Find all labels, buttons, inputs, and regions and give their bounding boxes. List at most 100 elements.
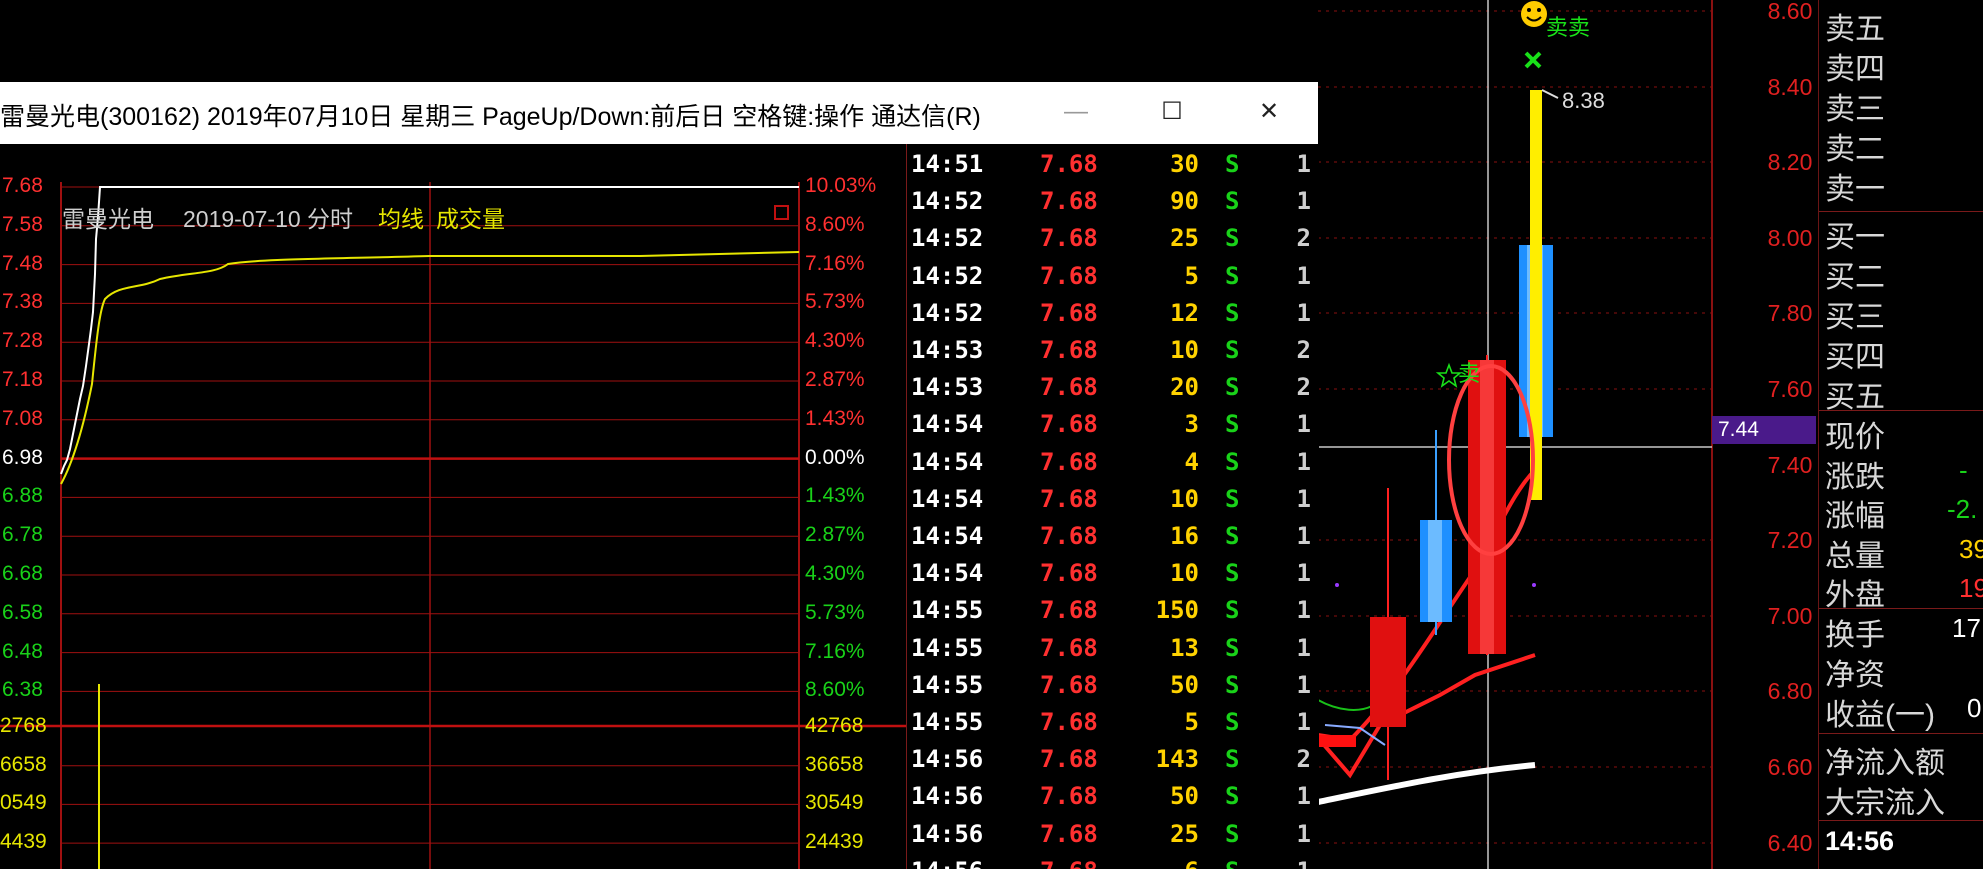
volume-axis-label: 6658 bbox=[0, 752, 47, 776]
tick-num: 1 bbox=[1296, 410, 1311, 439]
tick-row: 14:53 7.68 10 S 2 bbox=[907, 332, 1319, 369]
kline-price-label: 6.60 bbox=[1767, 754, 1813, 780]
percent-axis-label: 7.16% bbox=[805, 251, 865, 275]
tick-row: 14:53 7.68 20 S 2 bbox=[907, 369, 1319, 406]
tick-num: 1 bbox=[1296, 522, 1311, 550]
quote-value: -2. bbox=[1947, 494, 1978, 524]
tick-vol: 20 bbox=[1170, 373, 1199, 402]
tick-vol: 30 bbox=[1170, 150, 1199, 178]
tick-row: 14:56 7.68 6 S 1 bbox=[907, 853, 1319, 869]
quote-label: 买一 bbox=[1825, 221, 1885, 254]
tick-vol: 4 bbox=[1184, 447, 1199, 476]
kline-price-label: 7.60 bbox=[1767, 376, 1813, 402]
minimize-button[interactable]: — bbox=[1053, 92, 1099, 132]
quote-label: 卖五 bbox=[1825, 13, 1885, 46]
volume-label: 成交量 bbox=[436, 206, 505, 232]
percent-axis-label: 1.43% bbox=[805, 406, 865, 430]
price-axis-label: 6.68 bbox=[2, 562, 43, 585]
tick-vol: 10 bbox=[1170, 336, 1199, 364]
tick-side: S bbox=[1225, 447, 1240, 476]
tick-side: S bbox=[1225, 187, 1240, 216]
kline-price-label: 7.40 bbox=[1767, 451, 1813, 478]
tick-row: 14:52 7.68 25 S 2 bbox=[907, 220, 1319, 257]
tick-vol: 10 bbox=[1170, 559, 1199, 588]
intraday-window[interactable]: 雷曼光电(300162) 2019年07月10日 星期三 PageUp/Down… bbox=[0, 82, 1319, 869]
tick-price: 7.68 bbox=[1040, 782, 1098, 811]
percent-axis-label: 5.73% bbox=[805, 290, 865, 314]
price-axis-label: 7.48 bbox=[2, 251, 43, 275]
tick-num: 1 bbox=[1296, 708, 1311, 736]
avg-line-label: 均线 bbox=[378, 206, 424, 232]
tick-num: 1 bbox=[1296, 670, 1311, 699]
tick-price: 7.68 bbox=[1040, 261, 1098, 290]
tick-time: 14:53 bbox=[911, 336, 984, 364]
price-axis-label: 6.78 bbox=[2, 523, 43, 547]
tick-side: S bbox=[1225, 670, 1240, 699]
tick-row: 14:54 7.68 3 S 1 bbox=[907, 406, 1319, 443]
quote-label: 卖一 bbox=[1825, 173, 1885, 206]
quote-label: 涨幅 bbox=[1825, 500, 1885, 533]
quote-label: 买四 bbox=[1825, 341, 1885, 374]
kline-price-label: 6.80 bbox=[1767, 678, 1813, 705]
quote-panel: 卖五 卖四 卖三 卖二 卖一 买一 买二 买三 买四 买五 现价 涨跌 涨幅 总量 外盘 - -2. 39 19… bbox=[1818, 0, 1983, 869]
window-titlebar[interactable]: 雷曼光电(300162) 2019年07月10日 星期三 PageUp/Down… bbox=[0, 82, 1318, 144]
tick-price: 7.68 bbox=[1040, 670, 1098, 699]
tick-row: 14:54 7.68 4 S 1 bbox=[907, 444, 1319, 481]
tick-time: 14:54 bbox=[911, 522, 984, 550]
tick-time: 14:52 bbox=[911, 261, 984, 290]
tick-vol: 10 bbox=[1170, 484, 1199, 513]
tick-price: 7.68 bbox=[1040, 522, 1098, 550]
price-axis-label: 6.38 bbox=[2, 678, 43, 702]
intraday-chart[interactable]: 雷曼光电 2019-07-10 分时 均线 成交量 7.68 7.58 7.48 7.… bbox=[0, 144, 906, 869]
quote-label: 买三 bbox=[1825, 301, 1885, 334]
tick-time: 14:53 bbox=[911, 373, 984, 402]
percent-axis-label: 4.30% bbox=[805, 562, 865, 585]
tick-side: S bbox=[1225, 633, 1240, 662]
price-axis-label: 7.38 bbox=[2, 290, 43, 314]
tick-row: 14:56 7.68 50 S 1 bbox=[907, 778, 1319, 815]
quote-value: 19 bbox=[1959, 573, 1983, 603]
tick-vol: 12 bbox=[1170, 298, 1199, 327]
tick-row: 14:54 7.68 10 S 1 bbox=[907, 481, 1319, 518]
kline-price-label: 7.00 bbox=[1767, 602, 1813, 629]
quote-label: 卖二 bbox=[1825, 133, 1885, 166]
quote-label: 净资 bbox=[1825, 659, 1885, 692]
tick-side: S bbox=[1225, 261, 1240, 290]
tick-row: 14:55 7.68 5 S 1 bbox=[907, 704, 1319, 741]
tick-row: 14:55 7.68 13 S 1 bbox=[907, 630, 1319, 667]
kline-price-label: 8.00 bbox=[1767, 224, 1813, 251]
tick-vol: 143 bbox=[1155, 745, 1199, 774]
close-button[interactable]: ✕ bbox=[1246, 92, 1292, 132]
window-toggle-icon[interactable] bbox=[774, 205, 789, 220]
tick-list[interactable]: 14:51 7.68 30 S 1 14:52 7.68 90 S 1 14:52 7.68 25 S 2 1… bbox=[906, 144, 1319, 869]
tick-row: 14:52 7.68 12 S 1 bbox=[907, 295, 1319, 332]
smiley-icon bbox=[1521, 1, 1547, 27]
percent-axis-label: 10.03% bbox=[805, 174, 877, 197]
percent-axis-label: 4.30% bbox=[805, 329, 865, 353]
tick-side: S bbox=[1225, 596, 1240, 625]
tick-time: 14:54 bbox=[911, 410, 984, 439]
tick-row: 14:52 7.68 90 S 1 bbox=[907, 183, 1319, 220]
quote-label: 卖三 bbox=[1825, 93, 1885, 126]
percent-axis-label: 8.60% bbox=[805, 678, 865, 702]
candle-bar bbox=[1370, 617, 1406, 727]
tick-side: S bbox=[1225, 373, 1240, 402]
tick-vol: 50 bbox=[1170, 782, 1199, 811]
tick-side: S bbox=[1225, 336, 1240, 364]
tick-vol: 50 bbox=[1170, 670, 1199, 699]
tick-price: 7.68 bbox=[1040, 298, 1098, 327]
price-axis-label: 6.58 bbox=[2, 600, 43, 624]
tick-price: 7.68 bbox=[1040, 224, 1098, 253]
tick-vol: 5 bbox=[1184, 708, 1199, 736]
tick-time: 14:51 bbox=[911, 150, 984, 178]
tick-price: 7.68 bbox=[1040, 447, 1098, 476]
tick-num: 1 bbox=[1296, 261, 1311, 290]
tick-num: 1 bbox=[1296, 596, 1311, 625]
maximize-button[interactable]: ☐ bbox=[1149, 92, 1195, 132]
tick-num: 1 bbox=[1296, 298, 1311, 327]
quote-value: - bbox=[1959, 454, 1968, 485]
tick-row: 14:56 7.68 143 S 2 bbox=[907, 741, 1319, 778]
tick-price: 7.68 bbox=[1040, 559, 1098, 588]
kline-price-label: 8.40 bbox=[1767, 73, 1813, 100]
tick-vol: 150 bbox=[1155, 596, 1199, 625]
